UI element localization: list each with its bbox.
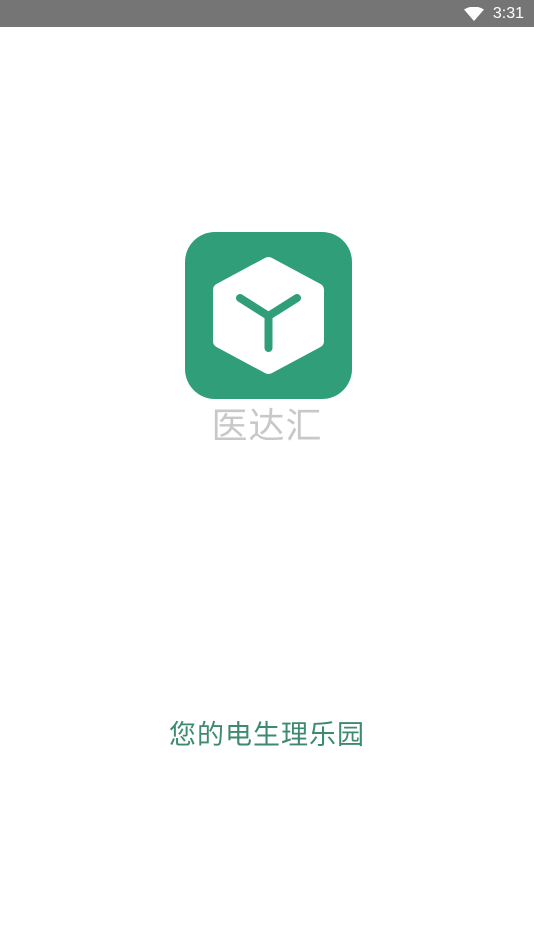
app-logo bbox=[185, 232, 352, 399]
splash-screen: 3:31 医达汇 您的电生理乐园 bbox=[0, 0, 534, 949]
status-bar: 3:31 bbox=[0, 0, 534, 27]
app-name: 医达汇 bbox=[211, 406, 323, 447]
wifi-icon bbox=[463, 6, 484, 21]
cube-logo-icon bbox=[213, 257, 324, 374]
status-time: 3:31 bbox=[492, 5, 524, 22]
slogan-text: 您的电生理乐园 bbox=[169, 720, 365, 751]
